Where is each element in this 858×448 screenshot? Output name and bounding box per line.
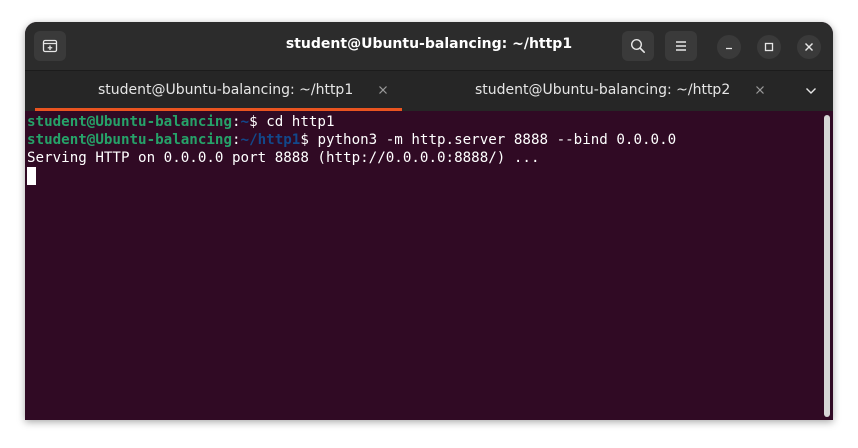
tab-close-icon[interactable] bbox=[376, 83, 390, 97]
tab-overflow-button[interactable] bbox=[801, 83, 821, 99]
maximize-button[interactable] bbox=[757, 35, 781, 59]
prompt-path: ~ bbox=[240, 114, 250, 130]
chevron-down-icon bbox=[806, 88, 816, 94]
prompt-separator: : bbox=[232, 114, 241, 130]
prompt-user: student@Ubuntu-balancing bbox=[27, 132, 232, 148]
close-icon bbox=[805, 43, 813, 51]
terminal-line: student@Ubuntu-balancing:~$ cd http1 bbox=[27, 113, 335, 131]
prompt-separator: : bbox=[232, 132, 241, 148]
text-cursor bbox=[27, 167, 36, 185]
prompt-user: student@Ubuntu-balancing bbox=[27, 114, 232, 130]
tab-label: student@Ubuntu-balancing: ~/http2 bbox=[475, 82, 731, 98]
terminal-output-line: Serving HTTP on 0.0.0.0 port 8888 (http:… bbox=[27, 150, 540, 166]
minimize-icon bbox=[726, 47, 732, 50]
command-text: cd http1 bbox=[266, 114, 335, 130]
window-title: student@Ubuntu-balancing: ~/http1 bbox=[285, 36, 573, 52]
scrollbar[interactable] bbox=[824, 115, 830, 417]
terminal-window: student@Ubuntu-balancing: ~/http1 studen… bbox=[25, 22, 833, 420]
tab-http2[interactable]: student@Ubuntu-balancing: ~/http2 bbox=[412, 71, 792, 111]
tab-bar: student@Ubuntu-balancing: ~/http1 studen… bbox=[25, 70, 833, 111]
prompt-path: ~/http1 bbox=[240, 132, 301, 148]
tab-http1[interactable]: student@Ubuntu-balancing: ~/http1 bbox=[25, 71, 412, 111]
maximize-icon bbox=[764, 42, 774, 52]
close-button[interactable] bbox=[797, 35, 821, 59]
menu-button[interactable] bbox=[665, 31, 697, 61]
search-icon bbox=[630, 38, 645, 53]
prompt-symbol: $ bbox=[249, 114, 267, 130]
tab-close-icon[interactable] bbox=[753, 83, 767, 97]
header-bar: student@Ubuntu-balancing: ~/http1 bbox=[25, 22, 833, 70]
minimize-button[interactable] bbox=[717, 35, 741, 59]
terminal-line: student@Ubuntu-balancing:~/http1$ python… bbox=[27, 131, 676, 149]
command-text: python3 -m http.server 8888 --bind 0.0.0… bbox=[317, 132, 677, 148]
tab-label: student@Ubuntu-balancing: ~/http1 bbox=[98, 82, 354, 98]
search-button[interactable] bbox=[622, 31, 654, 61]
hamburger-menu-icon bbox=[676, 41, 686, 51]
terminal-output[interactable]: student@Ubuntu-balancing:~$ cd http1 stu… bbox=[25, 111, 833, 420]
prompt-symbol: $ bbox=[300, 132, 318, 148]
